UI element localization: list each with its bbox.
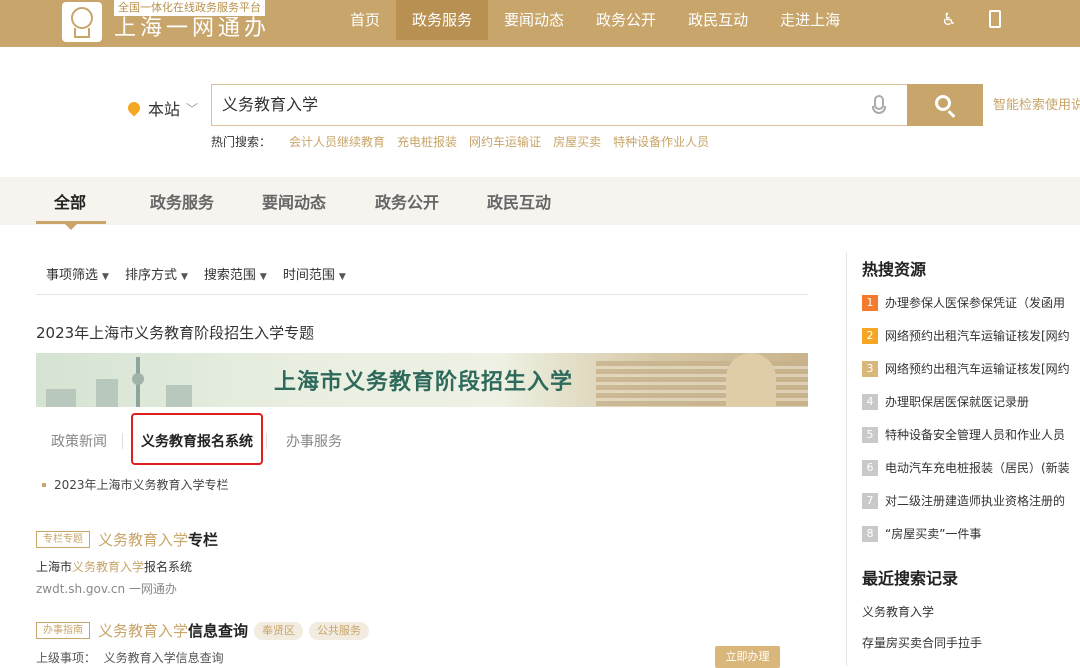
hot-keyword[interactable]: 特种设备作业人员	[613, 133, 709, 150]
top-bar: 全国一体化在线政务服务平台 上海一网通办 首页 政务服务 要闻动态 政务公开 政…	[0, 0, 1080, 47]
tab-interaction[interactable]: 政民互动	[487, 189, 551, 213]
nav-home[interactable]: 首页	[334, 0, 396, 40]
sidebar-divider	[846, 252, 847, 666]
recent-search-item[interactable]: 义务教育入学	[862, 603, 934, 620]
hot-keyword[interactable]: 充电桩报装	[397, 133, 457, 150]
site-logo-icon[interactable]	[62, 2, 102, 42]
hot-keyword[interactable]: 网约车运输证	[469, 133, 541, 150]
caret-down-icon: ▼	[338, 272, 346, 282]
accessibility-icon[interactable]: ♿	[939, 10, 959, 30]
student-image	[726, 353, 776, 407]
nav-news[interactable]: 要闻动态	[488, 0, 580, 40]
filter-scope[interactable]: 搜索范围 ▼	[204, 264, 267, 283]
tab-services[interactable]: 政务服务	[150, 189, 214, 213]
hot-resources-title: 热搜资源	[862, 260, 927, 279]
smart-search-help-link[interactable]: 智能检索使用说明	[993, 94, 1080, 113]
main-nav: 首页 政务服务 要闻动态 政务公开 政民互动 走进上海	[334, 0, 856, 40]
bullet-icon	[42, 482, 46, 487]
hot-resource-item[interactable]: 3 网络预约出租汽车运输证核发[网约	[862, 352, 1080, 385]
apply-now-button[interactable]: 立即办理	[715, 646, 780, 668]
banner-text: 上海市义务教育阶段招生入学	[274, 370, 574, 395]
hot-searches: 热门搜索： 会计人员继续教育 充电桩报装 网约车运输证 房屋买卖 特种设备作业人…	[211, 133, 721, 150]
result-type-badge: 办事指南	[36, 622, 90, 639]
result-title-link[interactable]: 义务教育入学信息查询	[98, 622, 248, 640]
search-button[interactable]	[907, 84, 983, 126]
topic-banner[interactable]: 上海市义务教育阶段招生入学	[36, 353, 808, 407]
hot-search-label: 热门搜索：	[211, 135, 272, 149]
search-result: 专栏专题 义务教育入学专栏 上海市义务教育入学报名系统 zwdt.sh.gov.c…	[36, 529, 218, 597]
tab-news[interactable]: 要闻动态	[262, 189, 326, 213]
chevron-down-icon: ﹀	[186, 101, 199, 116]
hot-keyword[interactable]: 房屋买卖	[553, 133, 601, 150]
filter-time[interactable]: 时间范围 ▼	[283, 264, 346, 283]
topic-title[interactable]: 2023年上海市义务教育阶段招生入学专题	[36, 322, 314, 343]
filter-sort[interactable]: 排序方式 ▼	[125, 264, 188, 283]
hot-resource-item[interactable]: 5 特种设备安全管理人员和作业人员	[862, 418, 1080, 451]
scope-selector[interactable]: 本站 ﹀	[125, 96, 199, 120]
recent-search-item[interactable]: 存量房买卖合同手拉手	[862, 634, 982, 651]
topic-bullet-link[interactable]: 2023年上海市义务教育入学专栏	[42, 476, 229, 493]
hot-resource-item[interactable]: 2 网络预约出租汽车运输证核发[网约	[862, 319, 1080, 352]
divider	[36, 294, 808, 295]
caret-down-icon: ▼	[259, 272, 267, 282]
result-title-link[interactable]: 义务教育入学专栏	[98, 531, 218, 549]
caret-down-icon: ▼	[102, 272, 109, 282]
active-tab-caret	[65, 224, 77, 230]
platform-tagline: 全国一体化在线政务服务平台	[114, 0, 265, 16]
hot-resource-item[interactable]: 1 办理参保人医保参保凭证（发函用	[862, 286, 1080, 319]
site-name[interactable]: 上海一网通办	[114, 15, 270, 43]
search-icon	[935, 95, 951, 111]
nav-services[interactable]: 政务服务	[396, 0, 489, 40]
scope-label: 本站	[148, 100, 181, 119]
books-image	[596, 361, 808, 407]
hot-resource-item[interactable]: 6 电动汽车充电桩报装（居民）(新装	[862, 451, 1080, 484]
hot-keyword[interactable]: 会计人员继续教育	[289, 133, 385, 150]
hot-resource-item[interactable]: 7 对二级注册建造师执业资格注册的	[862, 484, 1080, 517]
mobile-icon[interactable]	[989, 10, 1001, 28]
nav-about[interactable]: 走进上海	[764, 0, 856, 40]
hot-resources-list: 1 办理参保人医保参保凭证（发函用 2 网络预约出租汽车运输证核发[网约 3 网络预约…	[862, 286, 1080, 550]
subtab-services[interactable]: 办事服务	[286, 431, 342, 451]
category-tag: 公共服务	[309, 621, 370, 640]
hot-resource-item[interactable]: 8 “房屋买卖”一件事	[862, 517, 1080, 550]
filter-item-type[interactable]: 事项筛选 ▼	[46, 264, 109, 283]
subtab-policy-news[interactable]: 政策新闻	[51, 431, 107, 451]
filter-bar: 事项筛选 ▼ 排序方式 ▼ 搜索范围 ▼ 时间范围 ▼	[46, 264, 362, 283]
result-url: zwdt.sh.gov.cn 一网通办	[36, 582, 177, 596]
nav-public[interactable]: 政务公开	[580, 0, 672, 40]
tab-public[interactable]: 政务公开	[375, 189, 439, 213]
tab-all[interactable]: 全部	[54, 189, 86, 213]
result-description: 上海市义务教育入学报名系统	[36, 560, 193, 574]
hot-resource-item[interactable]: 4 办理职保居医保就医记录册	[862, 385, 1080, 418]
search-query: 义务教育入学	[222, 95, 319, 114]
result-type-badge: 专栏专题	[36, 531, 90, 548]
location-pin-icon	[125, 99, 143, 117]
recent-search-title: 最近搜索记录	[862, 569, 959, 588]
search-input[interactable]: 义务教育入学	[211, 84, 908, 126]
district-tag: 奉贤区	[254, 621, 304, 640]
search-result: 办事指南 义务教育入学信息查询 奉贤区 公共服务 上级事项： 义务教育入学信息查询	[36, 620, 370, 666]
result-parent-item: 上级事项： 义务教育入学信息查询	[36, 651, 224, 665]
highlight-box	[131, 413, 263, 465]
caret-down-icon: ▼	[180, 272, 188, 282]
nav-interaction[interactable]: 政民互动	[672, 0, 764, 40]
